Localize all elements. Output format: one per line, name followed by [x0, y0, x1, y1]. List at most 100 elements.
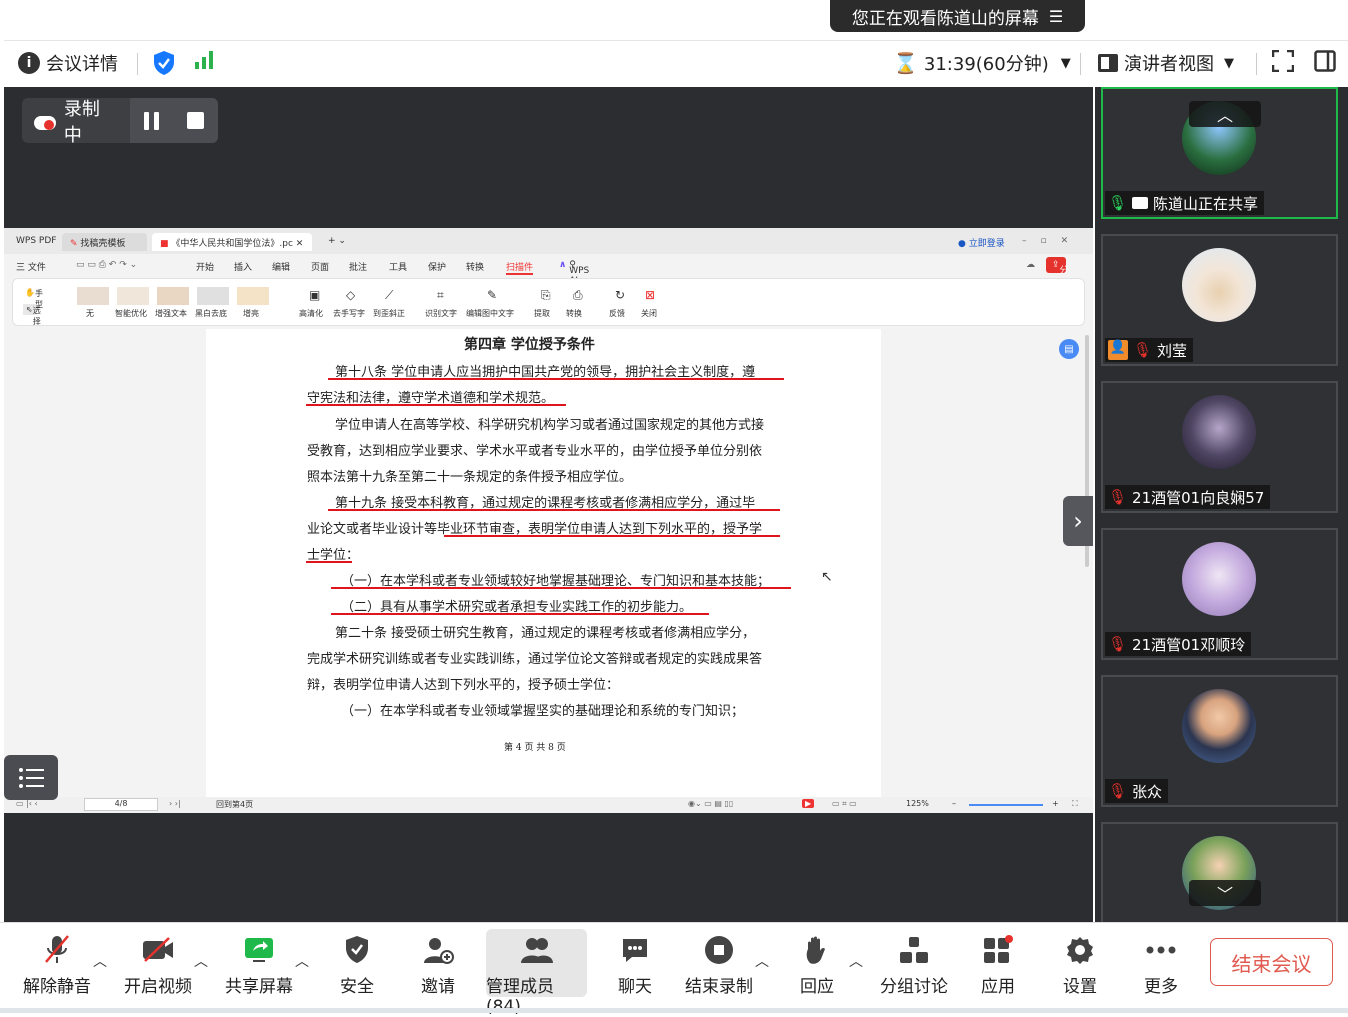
meeting-info-label: 会议详情: [46, 54, 118, 75]
close-icon[interactable]: ⊠: [645, 288, 655, 302]
list-menu-icon[interactable]: [4, 755, 58, 800]
menu-scan[interactable]: 扫描件: [506, 260, 534, 275]
filter-thumb-enhance[interactable]: [157, 287, 189, 305]
chevron-up-icon[interactable]: ︿: [295, 951, 309, 971]
play-icon[interactable]: ▶: [802, 799, 815, 808]
participant-tile[interactable]: 🎙 张众: [1101, 675, 1338, 807]
menu-comment[interactable]: 批注: [349, 260, 367, 273]
chevron-up-icon[interactable]: ︿: [849, 951, 863, 971]
end-meeting-button[interactable]: 结束会议: [1210, 938, 1333, 986]
float-tool-icon[interactable]: ▤: [1059, 339, 1079, 359]
filter-thumb-bright[interactable]: [237, 287, 269, 305]
menu-file[interactable]: 三 文件: [16, 260, 46, 273]
fullscreen-icon[interactable]: ⛶: [1072, 799, 1078, 809]
nav-next[interactable]: › ›|: [169, 799, 181, 808]
fullscreen-icon[interactable]: [1272, 50, 1294, 72]
stop-recording-button[interactable]: 结束录制: [684, 932, 754, 997]
menu-icon[interactable]: ☰: [1049, 7, 1063, 26]
doc-line: （一）在本学科或者专业领域掌握坚实的基础理论和系统的专门知识；: [341, 704, 745, 719]
apps-label: 应用: [981, 977, 1015, 997]
chat-button[interactable]: 聊天: [600, 932, 670, 997]
chevron-up-icon[interactable]: ︿: [194, 951, 208, 971]
more-button[interactable]: 更多: [1126, 932, 1196, 997]
feedback-icon[interactable]: ↻: [615, 288, 625, 302]
mic-muted-icon: 🎙: [1108, 635, 1128, 653]
chevron-up-icon[interactable]: ︿: [755, 951, 769, 971]
chevron-right-icon[interactable]: ›: [1063, 496, 1093, 546]
convert-icon[interactable]: ⎙: [573, 288, 583, 303]
zoom-level[interactable]: 125%: [906, 799, 929, 808]
pause-icon[interactable]: [143, 111, 159, 130]
hd-icon[interactable]: ▣: [309, 288, 320, 302]
mic-muted-icon: [44, 932, 70, 968]
breakout-button[interactable]: 分组讨论: [879, 932, 949, 997]
menu-page[interactable]: 页面: [311, 260, 329, 273]
chevron-down-icon[interactable]: ﹀: [1189, 880, 1261, 906]
quick-tools[interactable]: ▭ ▭ ⎙ ↶ ↷ ⌄: [76, 260, 137, 270]
filter-thumb-smart[interactable]: [117, 287, 149, 305]
window-controls[interactable]: –▫✕: [1014, 233, 1090, 251]
participant-name: 陈道山正在共享: [1153, 194, 1259, 213]
new-tab-button[interactable]: + ⌄: [320, 233, 354, 251]
sidebar-toggle-icon[interactable]: [1314, 50, 1336, 72]
fit-tools[interactable]: ▭ ⌗ ▭: [832, 799, 857, 809]
back-to-page-link[interactable]: 回到第4页: [216, 799, 253, 810]
manage-members-button[interactable]: 管理成员(84): [486, 932, 587, 1017]
feedback-label: 反馈: [609, 309, 625, 318]
unmute-button[interactable]: 解除静音: [22, 932, 92, 997]
zoom-slider[interactable]: [969, 804, 1043, 806]
menu-wps-ai[interactable]: ∧ WPS AI ⚲: [559, 260, 589, 286]
login-link[interactable]: ● 立即登录: [950, 233, 1013, 251]
tab-document[interactable]: ■ 《中华人民共和国学位法》.pc ✕: [152, 233, 312, 251]
ocr-icon[interactable]: ⌗: [437, 288, 444, 303]
page-number-input[interactable]: 4/8: [84, 798, 158, 811]
participant-tile[interactable]: 👤 🎙 刘莹: [1101, 234, 1338, 366]
shield-icon[interactable]: [152, 50, 176, 76]
cloud-icon[interactable]: ☁: [1026, 260, 1035, 270]
view-mode-button[interactable]: 演讲者视图 ▼: [1098, 50, 1234, 76]
participant-tile[interactable]: ﹀: [1101, 822, 1338, 922]
menu-protect[interactable]: 保护: [428, 260, 446, 273]
participant-tile[interactable]: 🎙 21酒管01邓顺玲: [1101, 528, 1338, 660]
apps-button[interactable]: 应用: [963, 932, 1033, 997]
view-tools[interactable]: ◉⌄ ▭ ▤ ▯▯: [688, 799, 733, 808]
tab-template[interactable]: ✎ 找稿壳模板: [62, 233, 147, 251]
share-button[interactable]: ⇪ 分享: [1046, 257, 1069, 289]
select-tool[interactable]: ⇖ 选择: [23, 304, 41, 326]
menu-start[interactable]: 开始: [196, 260, 214, 273]
zoom-out-icon[interactable]: –: [952, 799, 956, 808]
react-button[interactable]: 回应: [782, 932, 852, 997]
stop-icon[interactable]: [186, 112, 204, 129]
apps-grid-icon: [982, 932, 1014, 968]
viewing-banner[interactable]: 您正在观看陈道山的屏幕 ☰: [830, 0, 1085, 32]
extract-icon[interactable]: ⎘: [541, 288, 551, 303]
participant-tile[interactable]: ︿ 🎙 陈道山正在共享: [1101, 87, 1338, 219]
filter-thumb-bw[interactable]: [197, 287, 229, 305]
edit-image-text-icon[interactable]: ✎: [487, 288, 497, 302]
filter-thumb-none[interactable]: [77, 287, 109, 305]
menu-edit[interactable]: 编辑: [272, 260, 290, 273]
deskew-icon[interactable]: ⟋: [385, 288, 393, 303]
mic-muted-icon: 🎙: [1108, 488, 1128, 506]
participant-tile[interactable]: 🎙 21酒管01向良娴57: [1101, 381, 1338, 513]
menu-tools[interactable]: 工具: [389, 260, 407, 273]
signal-icon[interactable]: [194, 50, 216, 70]
doc-line: 照本法第十九条至第二十一条规定的条件授予相应学位。: [307, 470, 633, 485]
zoom-in-icon[interactable]: +: [1052, 799, 1059, 808]
hand-tool[interactable]: ✋ 手型: [25, 288, 43, 309]
security-button[interactable]: 安全: [322, 932, 392, 997]
meeting-info-button[interactable]: i 会议详情: [18, 50, 118, 76]
chevron-up-icon[interactable]: ︿: [1189, 101, 1261, 127]
eraser-icon[interactable]: ◇: [346, 288, 355, 302]
invite-button[interactable]: 邀请: [403, 932, 473, 997]
video-button[interactable]: 开启视频: [123, 932, 193, 997]
tab-wps-pdf[interactable]: WPS PDF: [8, 233, 64, 251]
chevron-up-icon[interactable]: ︿: [93, 951, 107, 971]
add-user-icon: [422, 932, 454, 968]
menu-insert[interactable]: 插入: [234, 260, 252, 273]
meeting-timer[interactable]: ⌛ 31:39(60分钟) ▼: [893, 50, 1071, 76]
share-screen-button[interactable]: 共享屏幕: [224, 932, 294, 997]
settings-button[interactable]: 设置: [1045, 932, 1115, 997]
nav-controls[interactable]: ▭ |‹ ‹: [16, 799, 38, 808]
menu-convert[interactable]: 转换: [466, 260, 484, 273]
